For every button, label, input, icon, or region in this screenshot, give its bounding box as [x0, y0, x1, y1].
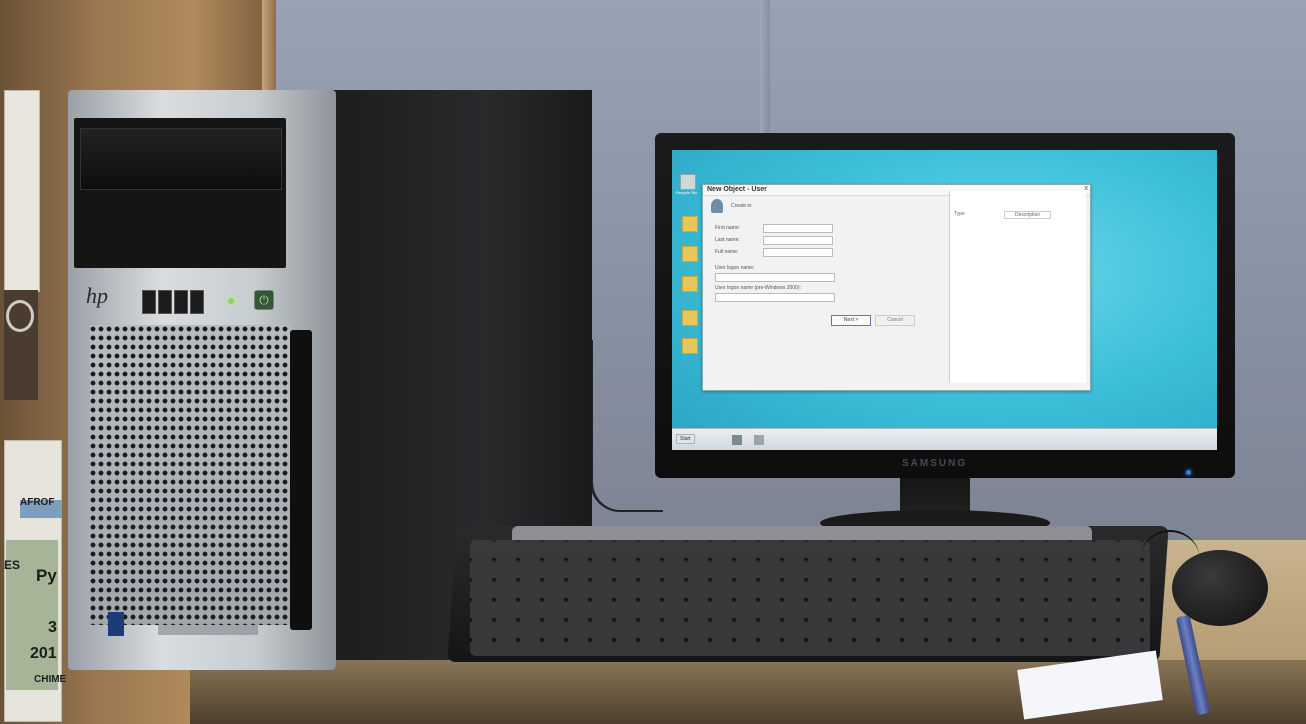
user-icon: [711, 199, 723, 213]
keyboard-keys[interactable]: [470, 540, 1150, 656]
spine-text: CHIME: [34, 674, 67, 685]
logon-name-pre2000-field[interactable]: [715, 293, 835, 302]
object-list-panel: Type Description: [949, 191, 1086, 383]
type-column-header[interactable]: Type: [954, 211, 965, 217]
new-user-dialog: New Object - User x Create in: First nam…: [702, 184, 1091, 391]
usb-port[interactable]: [190, 290, 204, 314]
logon-name-field[interactable]: [715, 273, 835, 282]
front-grille: [90, 325, 290, 625]
binder-ring: [6, 300, 34, 332]
taskbar-app-icon[interactable]: [732, 435, 742, 445]
folder-icon[interactable]: [682, 246, 698, 262]
taskbar-app-icon[interactable]: [754, 435, 764, 445]
create-in-label: Create in:: [731, 203, 753, 209]
first-name-label: First name:: [715, 225, 741, 231]
power-led: [228, 298, 234, 304]
monitor-power-led: [1186, 470, 1191, 475]
usb-port[interactable]: [174, 290, 188, 314]
taskbar: Start: [672, 428, 1217, 450]
dialog-title: New Object - User: [707, 186, 767, 193]
hp-logo: hp: [86, 283, 108, 308]
power-button[interactable]: ⏻: [254, 290, 274, 310]
usb-port[interactable]: [158, 290, 172, 314]
usb-port[interactable]: [142, 290, 156, 314]
folder-icon[interactable]: [682, 310, 698, 326]
last-name-field[interactable]: [763, 236, 833, 245]
folder-icon[interactable]: [682, 276, 698, 292]
start-button[interactable]: Start: [676, 434, 695, 444]
spine-text: Py: [36, 566, 57, 585]
logon-name-label: User logon name:: [715, 265, 755, 271]
first-name-field[interactable]: [763, 224, 833, 233]
spine-text: AFROF: [20, 497, 55, 508]
keyboard-top-strip: [512, 526, 1092, 540]
full-name-label: Full name:: [715, 249, 739, 255]
tower-rail: [290, 330, 312, 630]
folder-icon[interactable]: [682, 338, 698, 354]
last-name-label: Last name:: [715, 237, 740, 243]
logon-name-pre2000-label: User logon name (pre-Windows 2000):: [715, 285, 801, 291]
model-label: [158, 625, 258, 635]
dvd-drive[interactable]: [80, 128, 282, 190]
next-button[interactable]: Next >: [831, 315, 871, 326]
spine-text: 201: [30, 645, 57, 662]
monitor-screen: Recycle Bin New Object - User x Create i…: [672, 150, 1217, 450]
folder-icon[interactable]: [682, 216, 698, 232]
description-column-header[interactable]: Description: [1004, 211, 1052, 219]
cpu-badge: [108, 612, 124, 636]
cable: [590, 340, 663, 512]
full-name-field[interactable]: [763, 248, 833, 257]
spine-text: 3: [48, 619, 57, 636]
cancel-button[interactable]: Cancel: [875, 315, 915, 326]
desktop-icon-label: Recycle Bin: [676, 190, 698, 195]
monitor-brand: SAMSUNG: [902, 458, 968, 469]
recycle-bin-icon[interactable]: [680, 174, 696, 190]
binder: [4, 90, 40, 292]
spine-text: ES: [4, 558, 21, 572]
